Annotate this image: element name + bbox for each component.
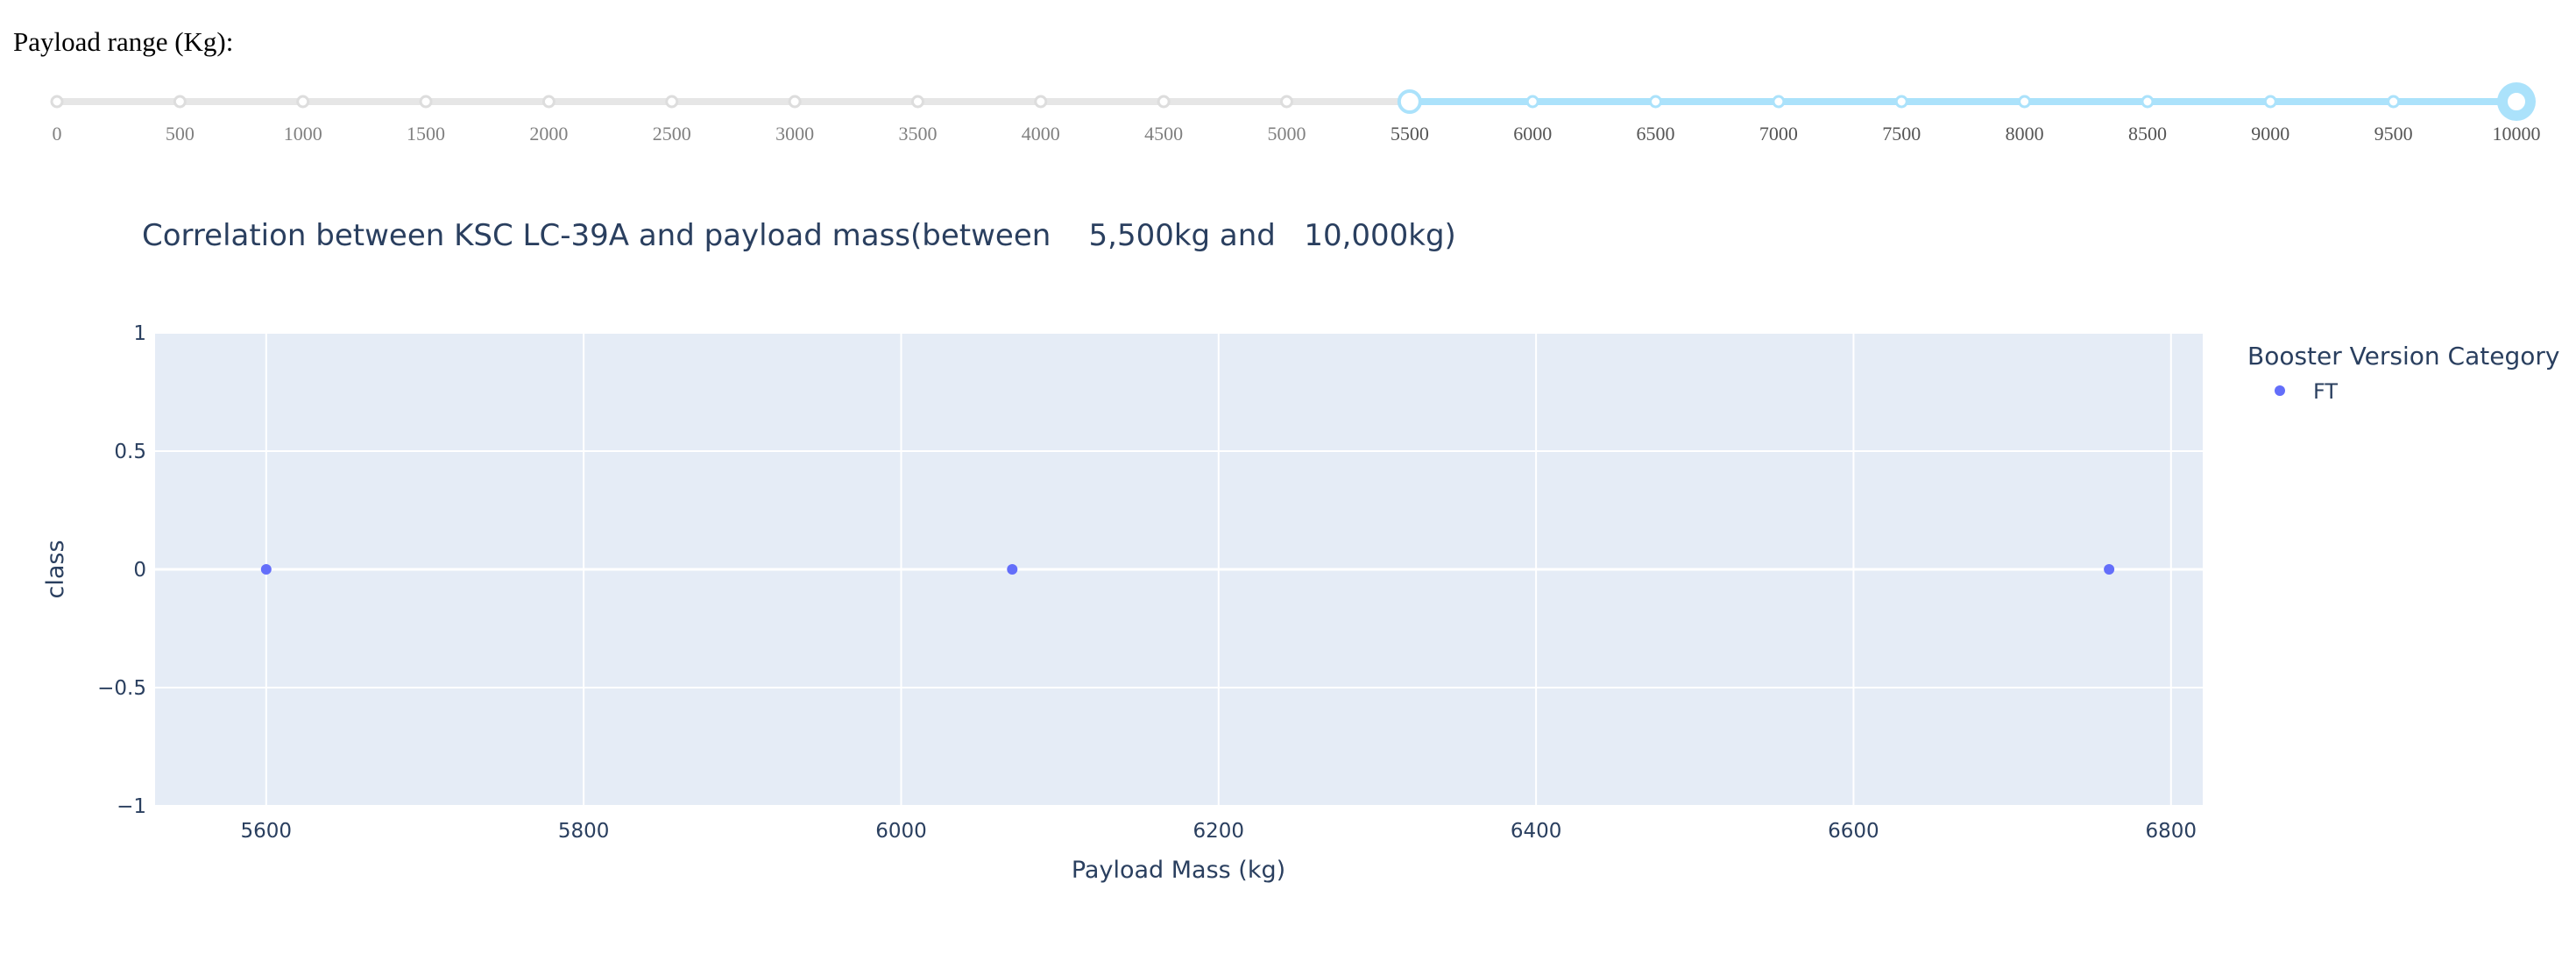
y-tick-label: 0 [133, 559, 146, 582]
legend-title: Booster Version Category [2247, 342, 2559, 371]
x-tick-label: 5800 [558, 820, 610, 843]
y-tick-label: 1 [133, 322, 146, 345]
x-axis-title: Payload Mass (kg) [1072, 857, 1285, 884]
x-tick-label: 6400 [1511, 820, 1562, 843]
data-point[interactable] [260, 564, 272, 575]
x-tick-label: 6000 [875, 820, 927, 843]
y-tick-label: 0.5 [114, 441, 146, 463]
legend-item-ft[interactable]: FT [2275, 379, 2338, 404]
x-tick-label: 5600 [241, 820, 293, 843]
data-point[interactable] [1007, 564, 1018, 575]
legend-marker [2275, 385, 2285, 396]
x-tick-label: 6200 [1193, 820, 1245, 843]
x-tick-label: 6800 [2145, 820, 2197, 843]
legend-label: FT [2313, 379, 2338, 404]
scatter-chart: Correlation between KSC LC-39A and paylo… [42, 218, 2559, 884]
chart-title: Correlation between KSC LC-39A and paylo… [142, 218, 1456, 253]
y-axis-title: class [42, 540, 69, 598]
y-tick-label: −1 [117, 795, 146, 818]
data-point[interactable] [2104, 564, 2115, 575]
y-tick-label: −0.5 [97, 677, 146, 700]
x-tick-label: 6600 [1828, 820, 1879, 843]
